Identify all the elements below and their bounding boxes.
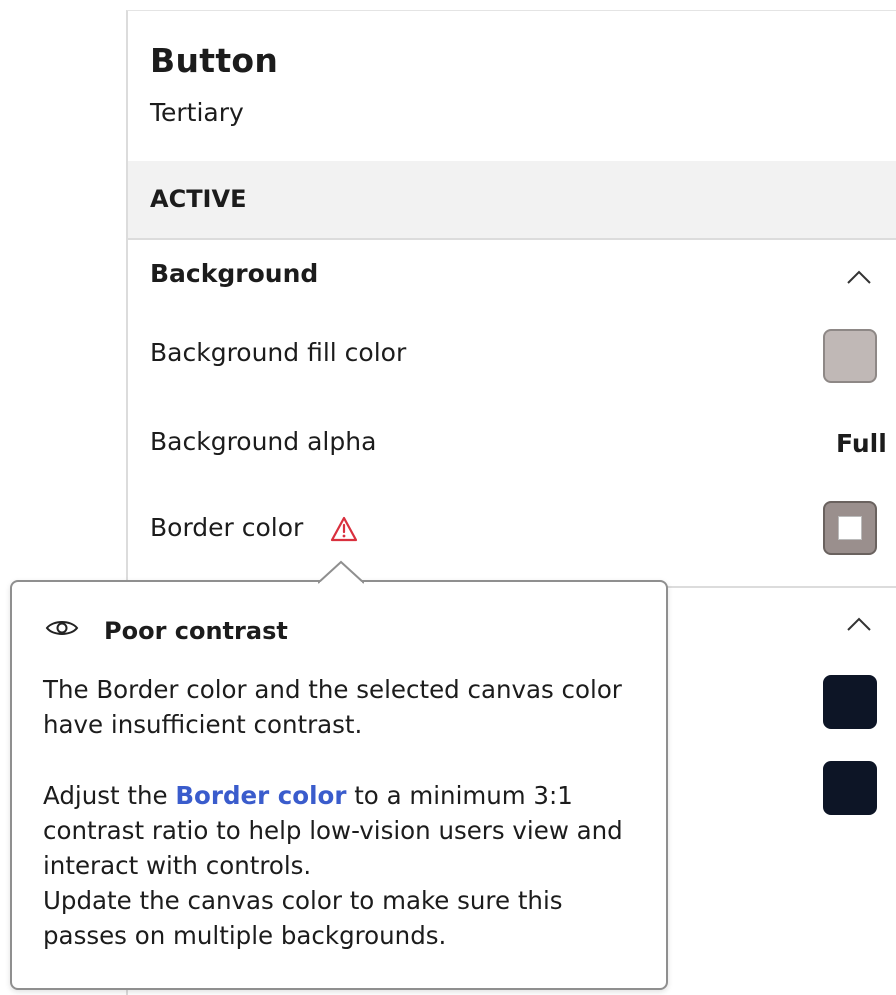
background-alpha-label: Background alpha [150, 427, 377, 456]
border-color-swatch-inner [838, 516, 862, 540]
panel-subtitle: Tertiary [150, 98, 244, 127]
chevron-up-icon[interactable] [846, 616, 872, 632]
tooltip-title: Poor contrast [104, 617, 288, 645]
background-alpha-value[interactable]: Full [836, 429, 887, 458]
border-color-link[interactable]: Border color [175, 781, 346, 810]
warning-icon[interactable] [330, 516, 358, 542]
panel-title: Button [150, 41, 279, 80]
border-color-swatch[interactable] [823, 501, 877, 555]
background-section-title[interactable]: Background [150, 259, 318, 288]
state-header: ACTIVE [128, 161, 896, 240]
chevron-up-icon[interactable] [846, 269, 872, 285]
tooltip-paragraph-2: Adjust the Border color to a minimum 3:1… [43, 778, 643, 883]
tooltip-paragraph-2-prefix: Adjust the [43, 781, 176, 810]
contrast-warning-tooltip: Poor contrast The Border color and the s… [10, 580, 668, 990]
tooltip-paragraph-1: The Border color and the selected canvas… [43, 675, 622, 739]
color-swatch-dark-1[interactable] [823, 675, 877, 729]
tooltip-paragraph-3: Update the canvas color to make sure thi… [43, 886, 563, 950]
color-swatch-dark-2[interactable] [823, 761, 877, 815]
eye-icon [45, 621, 79, 635]
border-color-label: Border color [150, 513, 304, 542]
tooltip-arrow [318, 560, 364, 584]
background-fill-color-label: Background fill color [150, 338, 407, 367]
state-label: ACTIVE [150, 185, 247, 213]
background-fill-color-swatch[interactable] [823, 329, 877, 383]
